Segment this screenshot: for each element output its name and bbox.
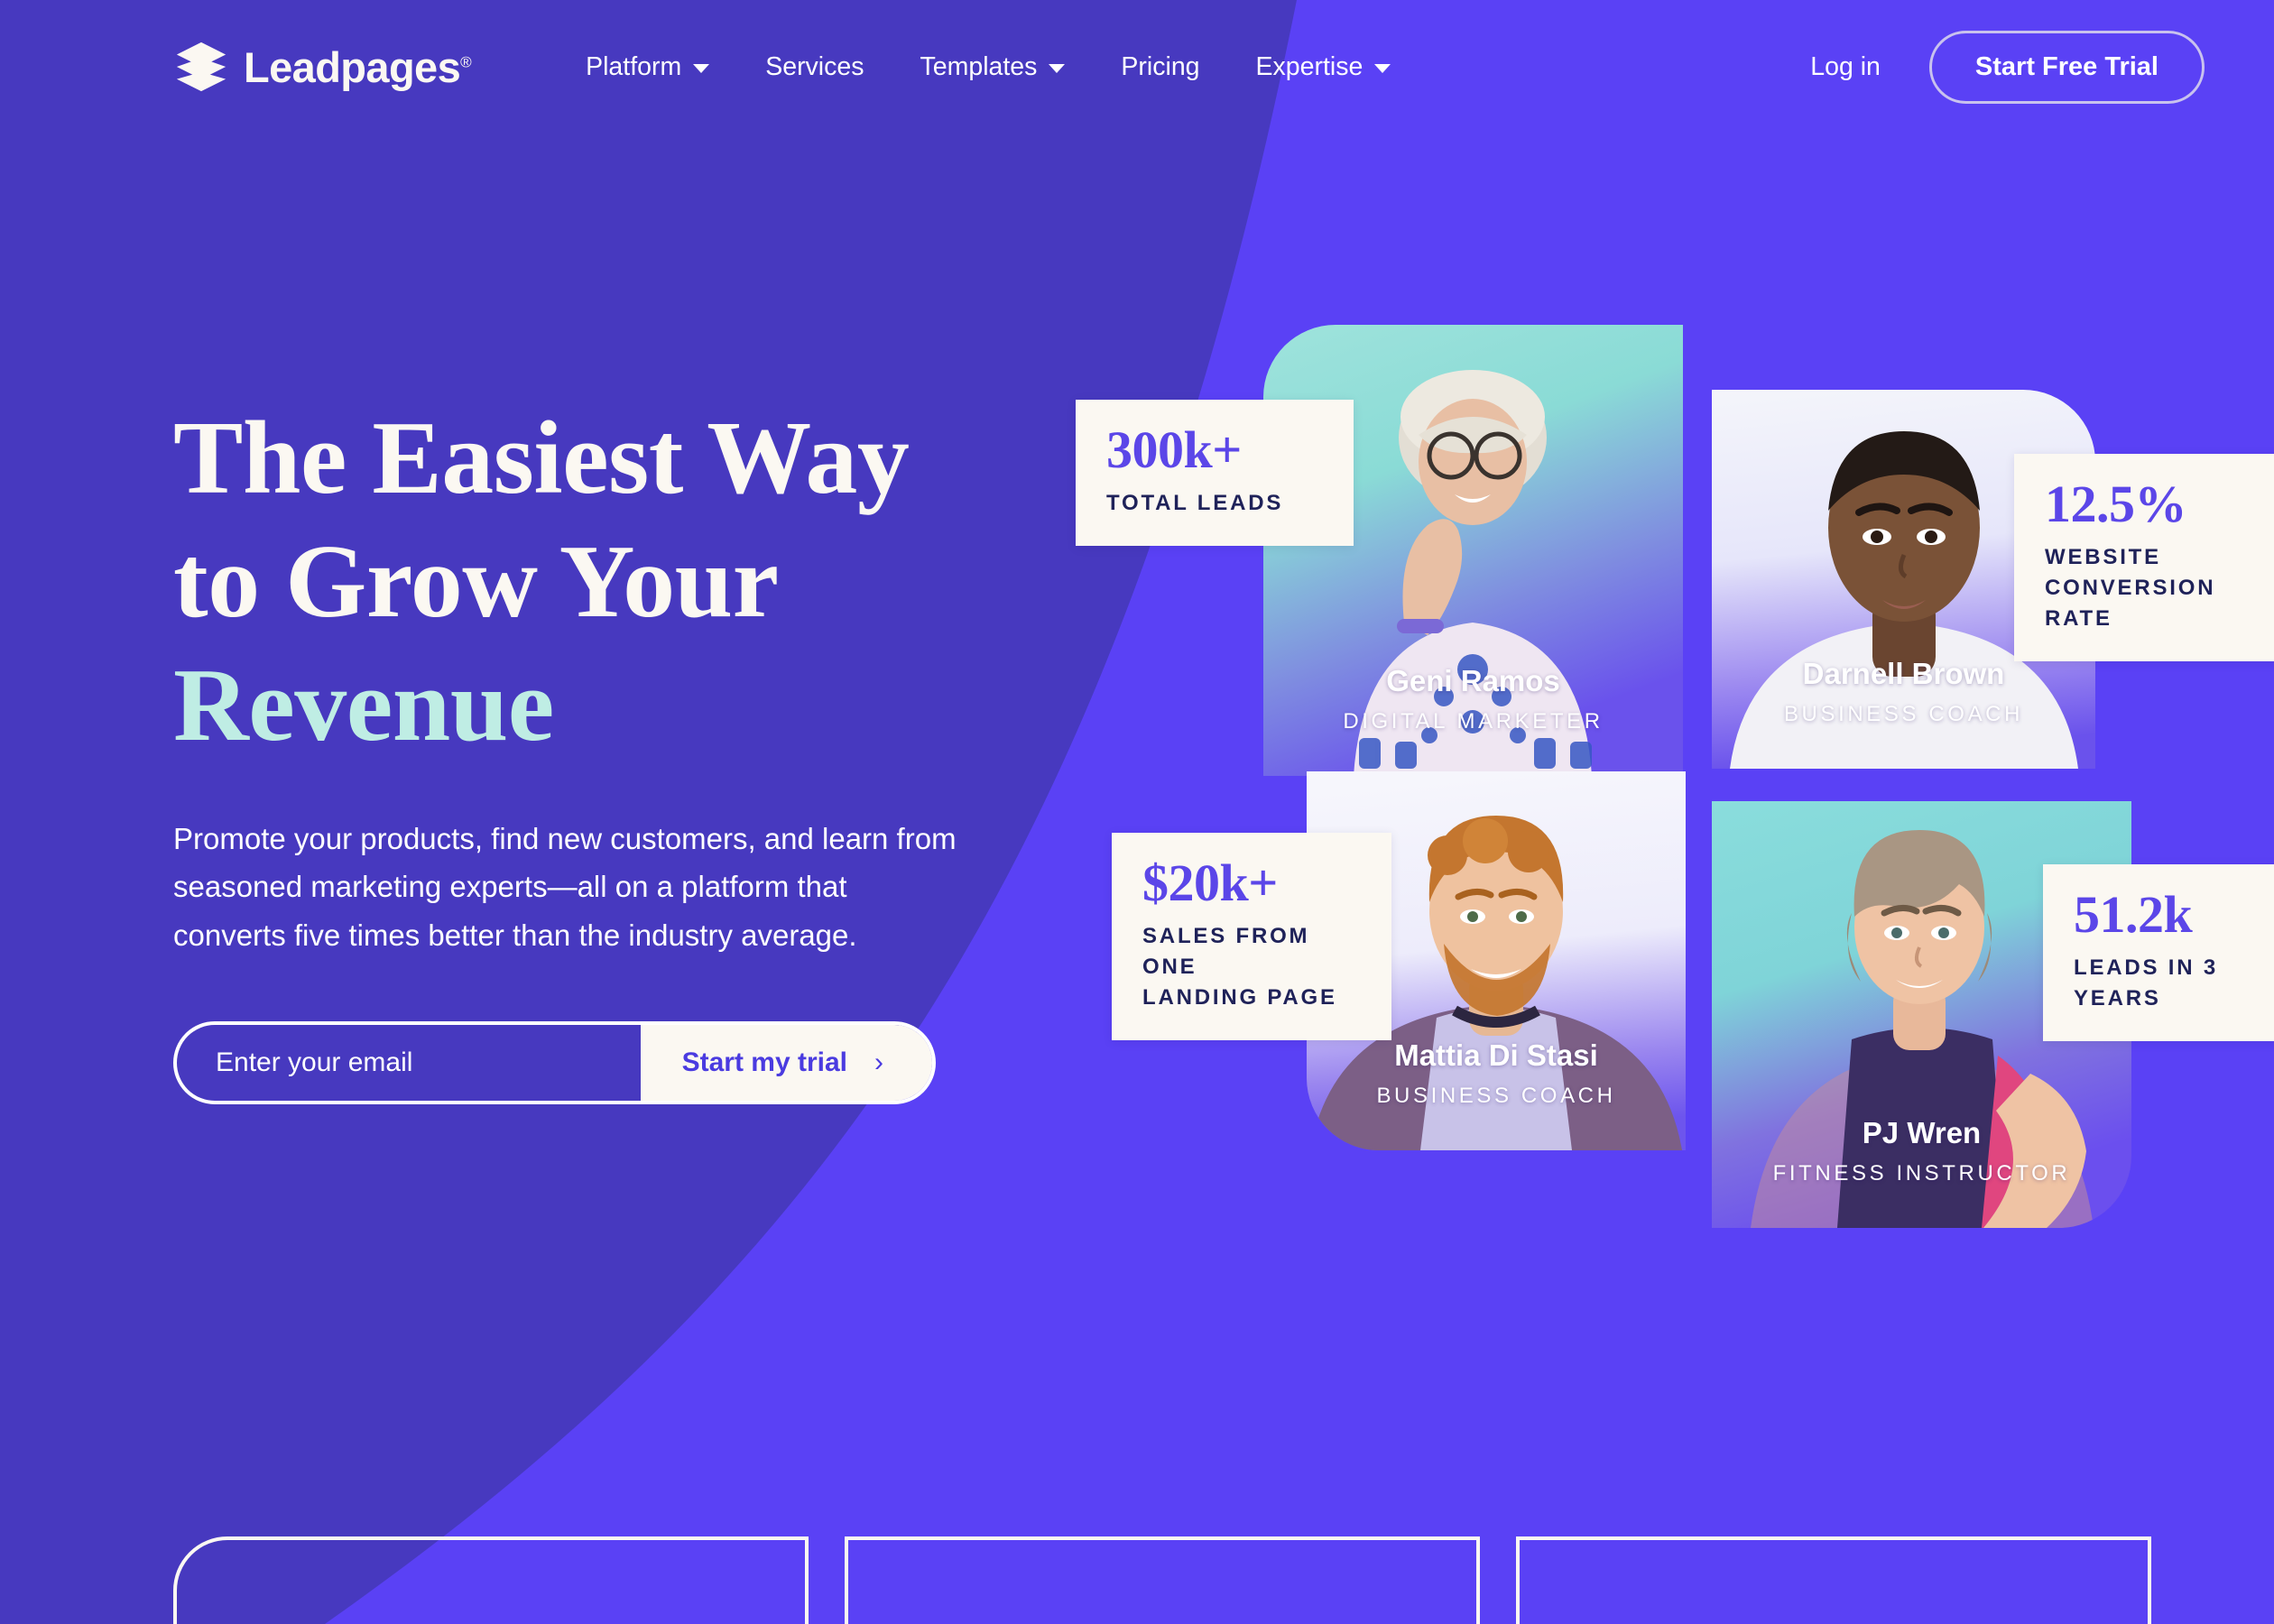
nav-label-templates: Templates — [920, 51, 1038, 81]
stat-label-line-1: SALES FROM ONE — [1142, 924, 1310, 980]
person-name: Darnell Brown — [1802, 657, 2005, 690]
brand-name: Leadpages® — [244, 42, 472, 91]
top-navigation-bar: Leadpages® Platform Services Templates P… — [0, 0, 2274, 134]
bottom-card-1[interactable] — [173, 1536, 809, 1624]
headline-accent-word: Revenue — [173, 647, 554, 763]
stacked-layers-icon — [176, 42, 226, 92]
headline-line-1: The Easiest Way — [173, 401, 910, 516]
stat-card-website-conversion-rate: 12.5% WEBSITE CONVERSION RATE — [2014, 454, 2274, 662]
stat-card-sales-from-one-landing-page: $20k+ SALES FROM ONE LANDING PAGE — [1112, 833, 1391, 1041]
email-input[interactable] — [177, 1024, 641, 1101]
chevron-down-icon — [1374, 63, 1391, 73]
nav-item-platform[interactable]: Platform — [558, 52, 737, 82]
stat-label-line-1: WEBSITE — [2045, 545, 2161, 570]
page-title: The Easiest Way to Grow Your Revenue — [173, 397, 1058, 768]
person-card-geni-ramos[interactable]: Geni Ramos DIGITAL MARKETER — [1263, 325, 1683, 776]
stat-label-line-2: LANDING PAGE — [1142, 985, 1337, 1010]
bottom-card-2[interactable] — [845, 1536, 1480, 1624]
person-name: PJ Wren — [1862, 1116, 1982, 1149]
person-name: Mattia Di Stasi — [1394, 1038, 1598, 1072]
stat-value: 12.5% — [2045, 475, 2187, 533]
hero-subheading: Promote your products, find new customer… — [173, 821, 957, 953]
stat-value: 51.2k — [2074, 885, 2193, 944]
nav-label-pricing: Pricing — [1121, 51, 1200, 81]
trial-signup-form: Start my trial › — [173, 1020, 936, 1104]
nav-item-expertise[interactable]: Expertise — [1228, 52, 1419, 82]
chevron-right-icon: › — [874, 1047, 883, 1077]
stat-card-total-leads: 300k+ TOTAL LEADS — [1076, 400, 1354, 547]
start-my-trial-button[interactable]: Start my trial › — [640, 1024, 932, 1101]
nav-label-services: Services — [765, 51, 864, 81]
person-role: FITNESS INSTRUCTOR — [1772, 1161, 2071, 1186]
brand-logo[interactable]: Leadpages® — [173, 39, 472, 95]
nav-item-pricing[interactable]: Pricing — [1093, 52, 1227, 82]
stat-label-line-2: CONVERSION RATE — [2045, 576, 2216, 632]
nav-label-platform: Platform — [586, 51, 682, 81]
stat-value: $20k+ — [1142, 854, 1278, 912]
person-role: BUSINESS COACH — [1783, 702, 2024, 726]
bottom-card-3[interactable] — [1516, 1536, 2151, 1624]
login-link[interactable]: Log in — [1810, 52, 1881, 82]
person-role: DIGITAL MARKETER — [1343, 709, 1604, 734]
stat-label: LEADS IN 3 YEARS — [2074, 953, 2274, 1014]
headline-line-2: to Grow Your — [173, 523, 779, 640]
stat-label: WEBSITE CONVERSION RATE — [2045, 542, 2274, 634]
nav-label-expertise: Expertise — [1255, 51, 1363, 81]
person-role: BUSINESS COACH — [1376, 1084, 1616, 1108]
hero-copy-block: The Easiest Way to Grow Your Revenue Pro… — [173, 397, 1058, 1104]
submit-label: Start my trial — [681, 1047, 847, 1077]
chevron-down-icon — [1049, 63, 1066, 73]
stat-label-line-1: LEADS IN 3 YEARS — [2074, 955, 2219, 1011]
stat-card-leads-in-3-years: 51.2k LEADS IN 3 YEARS — [2043, 864, 2274, 1042]
primary-nav-links: Platform Services Templates Pricing Expe… — [558, 52, 1419, 82]
nav-item-templates[interactable]: Templates — [892, 52, 1094, 82]
registered-mark: ® — [460, 52, 472, 70]
stat-label-line-1: TOTAL LEADS — [1106, 491, 1284, 516]
stat-label: TOTAL LEADS — [1106, 488, 1323, 519]
stat-value: 300k+ — [1106, 420, 1242, 479]
nav-actions: Log in Start Free Trial — [1810, 30, 2205, 104]
stat-label: SALES FROM ONE LANDING PAGE — [1142, 921, 1361, 1013]
start-free-trial-button[interactable]: Start Free Trial — [1928, 30, 2205, 104]
nav-item-services[interactable]: Services — [737, 52, 892, 82]
bottom-card-row — [0, 1536, 2274, 1624]
person-name: Geni Ramos — [1386, 664, 1560, 697]
chevron-down-icon — [693, 63, 710, 73]
